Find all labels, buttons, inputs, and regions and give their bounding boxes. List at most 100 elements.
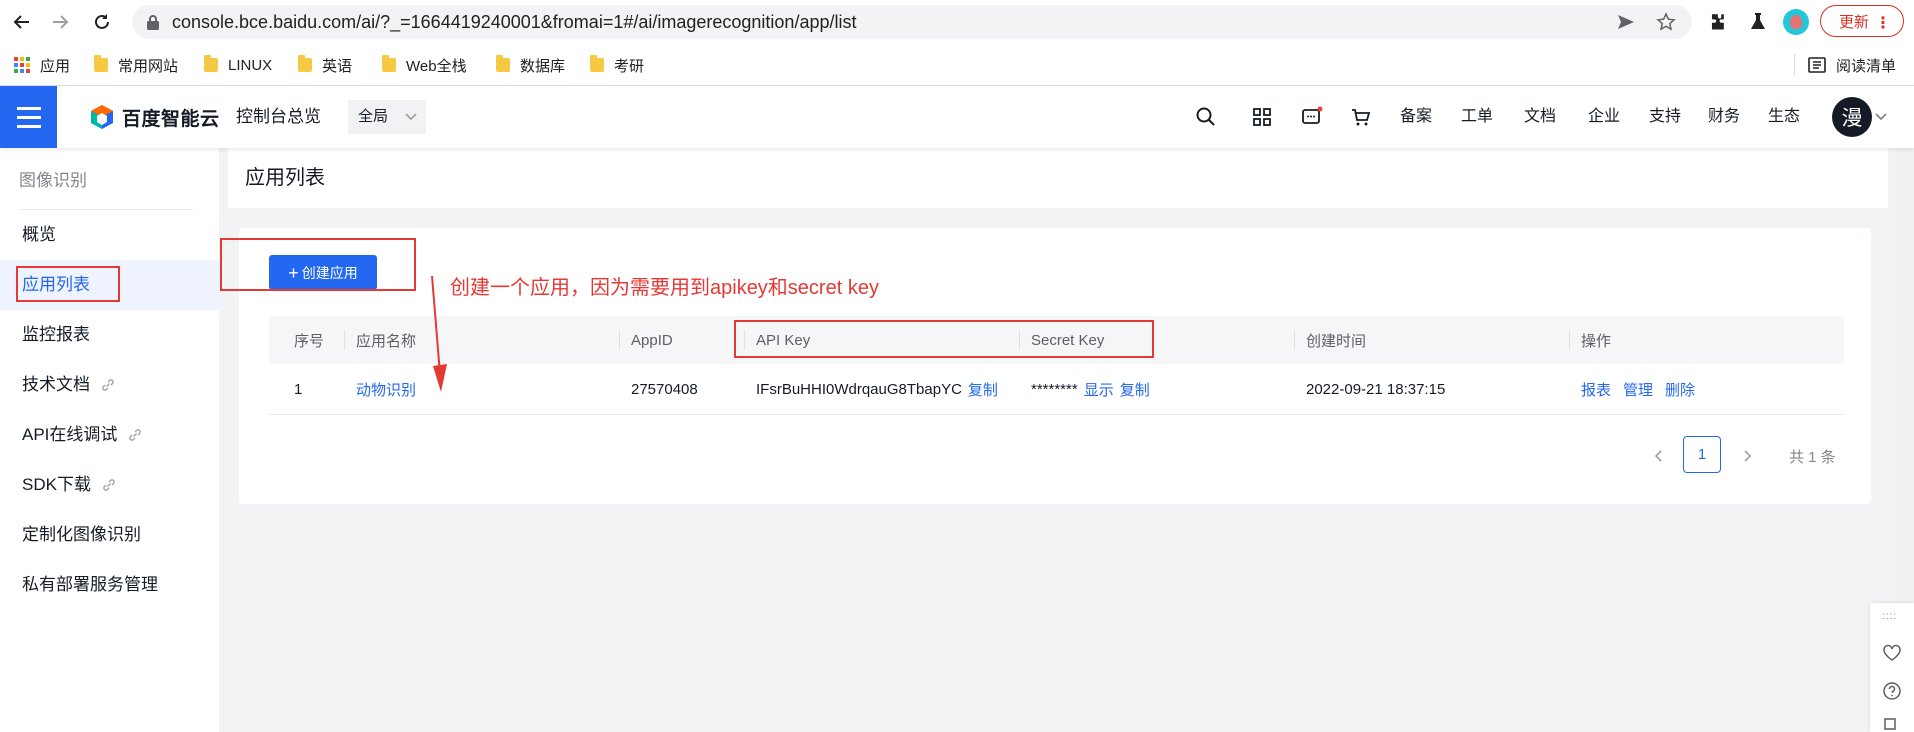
apps-grid-icon [14, 57, 30, 73]
forward-icon[interactable] [48, 10, 72, 34]
show-secret-link[interactable]: 显示 [1084, 379, 1114, 400]
sidebar-item-label: 技术文档 [22, 375, 90, 394]
url-bar[interactable]: console.bce.baidu.com/ai/?_=166441924000… [132, 5, 1692, 39]
nav-link-support[interactable]: 支持 [1649, 86, 1681, 148]
external-link-icon [102, 379, 114, 391]
col-header-appid: AppID [631, 331, 673, 349]
sidebar-item-label: API在线调试 [22, 425, 118, 444]
region-value: 全局 [358, 108, 389, 125]
bookmark-label: 数据库 [520, 57, 566, 75]
pagination-total: 共 1 条 [1789, 449, 1836, 466]
star-icon[interactable] [1656, 12, 1676, 32]
nav-link-beian[interactable]: 备案 [1400, 86, 1432, 148]
col-header-name: 应用名称 [356, 332, 417, 350]
reading-list-label: 阅读清单 [1836, 57, 1897, 75]
sidebar-item-label: SDK下载 [22, 475, 91, 494]
manage-link[interactable]: 管理 [1623, 379, 1653, 400]
folder-icon [496, 55, 510, 72]
bookmark-apps[interactable]: 应用 [14, 52, 70, 78]
bookmark-label: 常用网站 [118, 57, 179, 75]
folder-icon [590, 55, 604, 72]
browser-toolbar: console.bce.baidu.com/ai/?_=166441924000… [0, 0, 1914, 44]
nav-link-ticket[interactable]: 工单 [1461, 86, 1493, 148]
profile-icon[interactable] [1783, 9, 1809, 35]
sidebar-item-private-deploy[interactable]: 私有部署服务管理 [0, 560, 219, 610]
sidebar-item-api-debug[interactable]: API在线调试 [0, 410, 219, 460]
sidebar-item-tech-docs[interactable]: 技术文档 [0, 360, 219, 410]
sidebar-item-custom-recognition[interactable]: 定制化图像识别 [0, 510, 219, 560]
chevron-down-icon [405, 113, 417, 121]
message-icon[interactable] [1301, 106, 1323, 128]
menu-icon[interactable] [0, 86, 57, 148]
send-icon[interactable] [1616, 12, 1636, 32]
chevron-left-icon[interactable] [1651, 448, 1667, 464]
cart-icon[interactable] [1350, 106, 1372, 128]
sidebar-item-sdk-download[interactable]: SDK下载 [0, 460, 219, 510]
cell-actions: 报表 管理 删除 [1581, 364, 1695, 414]
qrcode-icon[interactable] [1251, 106, 1273, 128]
update-label: 更新 [1839, 13, 1870, 31]
sidebar-item-overview[interactable]: 概览 [0, 210, 219, 260]
main-content: 应用列表 + 创建应用 序号 应用名称 AppID API Key Secret… [219, 148, 1895, 732]
bookmark-label: 考研 [614, 57, 645, 75]
nav-link-finance[interactable]: 财务 [1708, 86, 1740, 148]
report-link[interactable]: 报表 [1581, 379, 1611, 400]
reload-icon[interactable] [90, 10, 114, 34]
nav-link-ecosystem[interactable]: 生态 [1768, 86, 1800, 148]
sidebar-item-label: 监控报表 [22, 325, 90, 344]
logo-text: 百度智能云 [122, 108, 220, 130]
bookmark-folder[interactable]: 数据库 [496, 52, 565, 78]
delete-link[interactable]: 删除 [1665, 379, 1695, 400]
update-button[interactable]: 更新 ⋮ [1820, 5, 1904, 37]
folder-icon [298, 55, 312, 72]
drag-handle-icon[interactable]: :::: [1882, 611, 1897, 622]
api-key-value: IFsrBuHHI0WdrqauG8TbapYC [756, 380, 962, 398]
labs-icon[interactable] [1746, 10, 1770, 34]
extensions-icon[interactable] [1706, 10, 1730, 34]
cell-api-key: IFsrBuHHI0WdrqauG8TbapYC 复制 [756, 364, 998, 414]
console-header: 百度智能云 控制台总览 全局 备案 工单 文档 企业 支持 财务 生态 漫 [0, 86, 1914, 148]
cell-appid: 27570408 [631, 380, 698, 398]
page-title: 应用列表 [245, 167, 325, 189]
bookmarks-bar: 应用 常用网站 LINUX 英语 Web全栈 数据库 考研 阅读清单 [0, 44, 1914, 86]
lock-icon [147, 15, 159, 30]
bookmark-folder[interactable]: 考研 [590, 52, 644, 78]
sidebar-item-label: 定制化图像识别 [22, 525, 141, 544]
bookmark-folder[interactable]: LINUX [204, 52, 272, 78]
feedback-icon[interactable] [1882, 717, 1902, 731]
col-separator [1294, 330, 1295, 350]
nav-link-docs[interactable]: 文档 [1524, 86, 1556, 148]
app-name-link[interactable]: 动物识别 [356, 364, 416, 414]
region-select[interactable]: 全局 [348, 100, 426, 134]
sidebar: 图像识别 概览 应用列表 监控报表 技术文档 API在线调试 SDK下载 定制化… [0, 148, 219, 732]
bookmark-folder[interactable]: 常用网站 [94, 52, 178, 78]
table-row: 1 动物识别 27570408 IFsrBuHHI0WdrqauG8TbapYC… [269, 364, 1844, 415]
annotation-text: 创建一个应用，因为需要用到apikey和secret key [450, 277, 879, 299]
back-icon[interactable] [10, 10, 34, 34]
baidu-cloud-logo[interactable]: 百度智能云 [88, 103, 220, 131]
chevron-down-icon[interactable] [1874, 106, 1888, 126]
col-header-actions: 操作 [1581, 332, 1612, 350]
bookmark-label: 英语 [322, 57, 353, 75]
pagination-current-page[interactable]: 1 [1683, 436, 1721, 473]
annotation-box-sidebar [16, 266, 120, 302]
sidebar-item-label: 概览 [22, 225, 56, 244]
cloud-logo-icon [91, 105, 113, 129]
copy-api-key-link[interactable]: 复制 [968, 379, 998, 400]
col-separator [619, 330, 620, 350]
sidebar-item-monitor[interactable]: 监控报表 [0, 310, 219, 360]
bookmark-folder[interactable]: 英语 [298, 52, 352, 78]
help-icon[interactable] [1882, 681, 1902, 701]
external-link-icon [103, 479, 115, 491]
reading-list[interactable]: 阅读清单 [1808, 52, 1896, 78]
avatar[interactable]: 漫 [1832, 97, 1872, 137]
more-vert-icon: ⋮ [1875, 15, 1891, 32]
col-header-created: 创建时间 [1306, 332, 1367, 350]
search-icon[interactable] [1195, 106, 1217, 128]
nav-link-enterprise[interactable]: 企业 [1588, 86, 1620, 148]
copy-secret-link[interactable]: 复制 [1120, 379, 1150, 400]
heart-icon[interactable] [1882, 643, 1902, 663]
chevron-right-icon[interactable] [1739, 448, 1755, 464]
console-home-link[interactable]: 控制台总览 [236, 86, 321, 148]
bookmark-folder[interactable]: Web全栈 [382, 52, 467, 78]
